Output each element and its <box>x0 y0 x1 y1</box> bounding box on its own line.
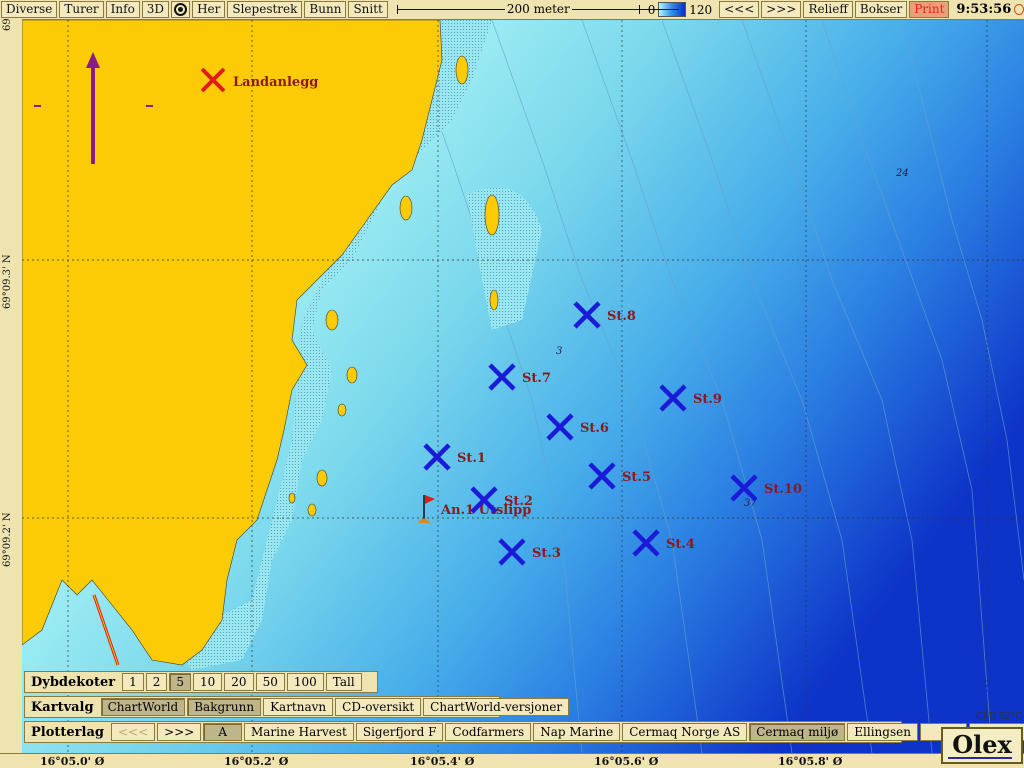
plotterlag-option[interactable]: A <box>203 723 242 741</box>
plotterlag-option[interactable]: Cermaq miljø <box>749 723 846 741</box>
dybdekoter-panel: Dybdekoter 1 2 5 10 20 50 100 Tall <box>24 671 378 693</box>
latitude-ruler: 69°09.3' N 69°09.2' N 69 <box>0 18 23 753</box>
bunn-button[interactable]: Bunn <box>304 1 347 18</box>
station-label-st3: St.3 <box>532 546 561 561</box>
plotterlag-prev-button[interactable]: <<< <box>110 723 156 741</box>
target-icon-button[interactable] <box>171 1 191 18</box>
kartvalg-option[interactable]: Kartnavn <box>263 698 334 716</box>
cpu-temperature: CPU 52°C <box>976 712 1023 722</box>
olex-logo-underline <box>948 757 1012 759</box>
station-label-st1: St.1 <box>457 451 486 466</box>
kartvalg-option[interactable]: ChartWorld <box>100 698 186 716</box>
turer-button[interactable]: Turer <box>59 1 104 18</box>
olex-app: { "toolbar": { "diverse": "Diverse", "tu… <box>0 0 1024 768</box>
sun-icon <box>1014 4 1024 15</box>
plotterlag-option[interactable]: Ellingsen <box>847 723 918 741</box>
diverse-button[interactable]: Diverse <box>1 1 58 18</box>
depth-scale-max: 120 <box>689 2 713 17</box>
plotterlag-option[interactable]: Sigerfjord F <box>355 723 444 741</box>
plotterlag-label: Plotterlag <box>31 724 104 740</box>
station-label-st9: St.9 <box>693 392 722 407</box>
kartvalg-option[interactable]: ChartWorld-versjoner <box>423 698 570 716</box>
longitude-ruler: 16°05.0' Ø 16°05.2' Ø 16°05.4' Ø 16°05.6… <box>0 753 1024 768</box>
plotterlag-next-button[interactable]: >>> <box>157 723 202 741</box>
lon-label: 16°05.4' Ø <box>410 755 475 768</box>
her-button[interactable]: Her <box>192 1 226 18</box>
kartvalg-option[interactable]: CD-oversikt <box>335 698 422 716</box>
lon-label: 16°05.6' Ø <box>594 755 659 768</box>
station-label-st2: St.2 <box>504 494 533 509</box>
3d-button[interactable]: 3D <box>141 1 170 18</box>
next-button[interactable]: >>> <box>761 1 802 18</box>
plotterlag-panel: Plotterlag <<< >>> A Marine Harvest Sige… <box>24 721 1024 743</box>
snitt-button[interactable]: Snitt <box>348 1 388 18</box>
plotterlag-option[interactable]: Nap Marine <box>533 723 621 741</box>
station-label-st10: St.10 <box>764 482 802 497</box>
chart-map[interactable]: 24 3 37 Landanlegg An.1 Utslipp St.1St.2… <box>22 20 1024 753</box>
prev-button[interactable]: <<< <box>719 1 760 18</box>
target-icon <box>174 3 188 16</box>
station-label-st6: St.6 <box>580 421 609 436</box>
depth-number: 3 <box>556 346 562 357</box>
station-label-st8: St.8 <box>607 309 636 324</box>
dybdekoter-option[interactable]: 5 <box>169 673 192 691</box>
plotterlag-option[interactable]: Cermaq Norge AS <box>622 723 748 741</box>
lat-label: 69 <box>2 18 13 31</box>
dybdekoter-option[interactable]: Tall <box>325 673 362 691</box>
station-label-st7: St.7 <box>522 371 551 386</box>
dybdekoter-label: Dybdekoter <box>31 674 116 690</box>
station-label-st5: St.5 <box>622 470 651 485</box>
kartvalg-option[interactable]: Bakgrunn <box>187 698 262 716</box>
clock: 9:53:56 <box>956 2 1012 17</box>
kartvalg-panel: Kartvalg ChartWorld Bakgrunn Kartnavn CD… <box>24 696 570 718</box>
print-button[interactable]: Print <box>909 1 950 18</box>
dybdekoter-option[interactable]: 10 <box>193 673 223 691</box>
plotterlag-option[interactable]: Marine Harvest <box>243 723 354 741</box>
dybdekoter-option[interactable]: 20 <box>224 673 254 691</box>
relieff-button[interactable]: Relieff <box>803 1 853 18</box>
station-label-st4: St.4 <box>666 537 695 552</box>
kartvalg-label: Kartvalg <box>31 699 94 715</box>
dybdekoter-option[interactable]: 50 <box>255 673 285 691</box>
bokser-button[interactable]: Bokser <box>854 1 908 18</box>
lon-label: 16°05.0' Ø <box>40 755 105 768</box>
lon-label: 16°05.8' Ø <box>778 755 843 768</box>
dybdekoter-option[interactable]: 2 <box>145 673 168 691</box>
lat-label: 69°09.3' N <box>2 254 13 309</box>
landanlegg-label: Landanlegg <box>233 75 318 90</box>
scale-label: 200 meter <box>504 2 572 17</box>
lon-label: 16°05.2' Ø <box>224 755 289 768</box>
scale-bar: 200 meter <box>396 2 679 17</box>
plotterlag-option[interactable]: Codfarmers <box>445 723 532 741</box>
top-toolbar: Diverse Turer Info 3D Her Slepestrek Bun… <box>0 0 1024 20</box>
info-button[interactable]: Info <box>105 1 140 18</box>
dybdekoter-option[interactable]: 1 <box>122 673 144 691</box>
slepestrek-button[interactable]: Slepestrek <box>227 1 303 18</box>
dybdekoter-option[interactable]: 100 <box>286 673 324 691</box>
lat-label: 69°09.2' N <box>2 512 13 567</box>
depth-number: 24 <box>895 168 909 179</box>
